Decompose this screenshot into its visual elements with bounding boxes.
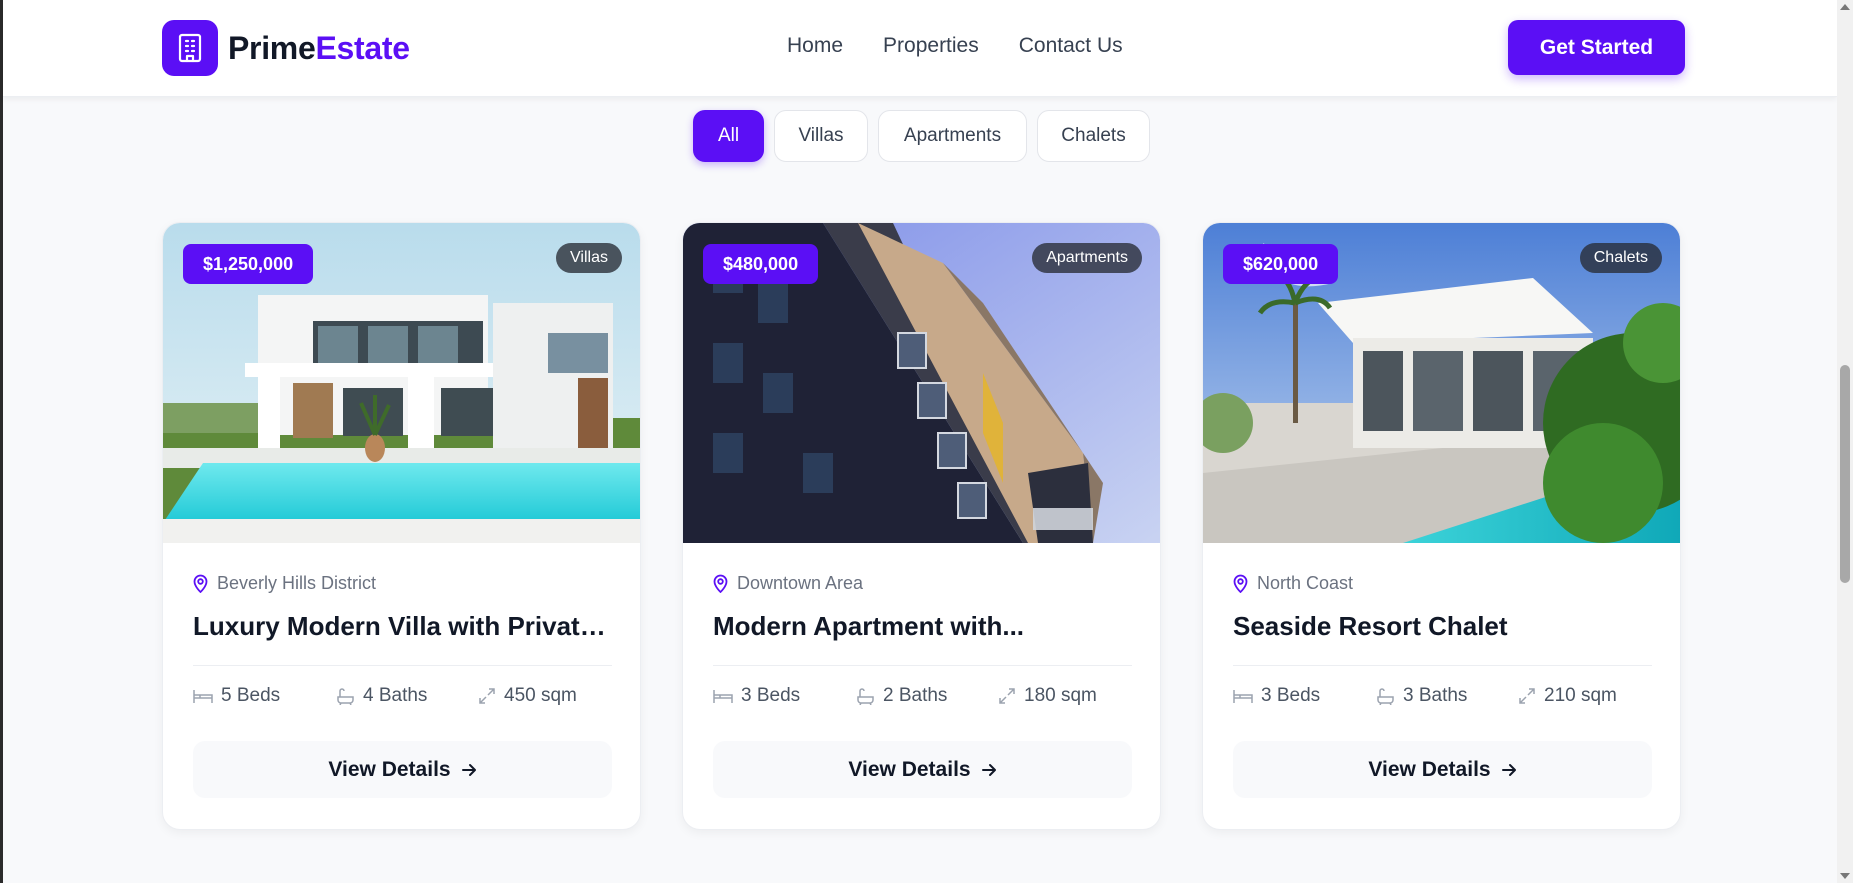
location-text: North Coast <box>1257 573 1354 593</box>
view-details-button[interactable]: View Details <box>713 741 1132 798</box>
property-title[interactable]: Modern Apartment with... <box>713 611 1133 642</box>
property-specs: 3 Beds 2 Baths 180 sqm <box>713 685 1132 715</box>
property-photo-villa: $1,250,000 Villas <box>163 223 640 543</box>
nav-contact-us[interactable]: Contact Us <box>1019 34 1123 58</box>
page-scrollbar[interactable] <box>1837 0 1853 883</box>
property-specs: 5 Beds 4 Baths 450 sqm <box>193 685 612 715</box>
bath-icon <box>857 687 874 705</box>
property-location: Beverly Hills District <box>193 573 376 594</box>
area-spec: 210 sqm <box>1518 685 1617 707</box>
property-specs: 3 Beds 3 Baths 210 sqm <box>1233 685 1652 715</box>
property-title[interactable]: Seaside Resort Chalet <box>1233 611 1653 642</box>
view-details-button[interactable]: View Details <box>193 741 612 798</box>
bed-icon <box>193 690 213 703</box>
site-header: PrimeEstate Home Properties Contact Us G… <box>3 0 1837 97</box>
property-card[interactable]: $620,000 Chalets North Coast Seaside Res… <box>1202 222 1681 830</box>
property-title[interactable]: Luxury Modern Villa with Private Pool <box>193 611 613 642</box>
brand-logo[interactable]: PrimeEstate <box>162 20 410 76</box>
main-nav: Home Properties Contact Us <box>787 34 1163 58</box>
bed-icon <box>713 690 733 703</box>
property-photo-apartment: $480,000 Apartments <box>683 223 1160 543</box>
price-badge: $480,000 <box>703 244 819 284</box>
bath-icon <box>1377 687 1394 705</box>
scrollbar-thumb[interactable] <box>1840 365 1850 583</box>
nav-properties[interactable]: Properties <box>883 34 979 58</box>
baths-spec: 2 Baths <box>856 685 947 707</box>
expand-icon <box>479 688 495 704</box>
map-pin-icon <box>193 574 208 593</box>
expand-icon <box>1519 688 1535 704</box>
bath-icon <box>337 687 354 705</box>
card-divider <box>193 665 612 666</box>
building-icon <box>162 20 218 76</box>
brand-name: PrimeEstate <box>228 29 410 66</box>
window-edge <box>0 0 3 883</box>
category-badge: Apartments <box>1032 243 1142 273</box>
category-badge: Chalets <box>1579 243 1662 273</box>
arrow-right-icon <box>461 763 476 776</box>
property-location: Downtown Area <box>713 573 863 594</box>
location-text: Downtown Area <box>737 573 864 593</box>
beds-spec: 3 Beds <box>713 685 800 707</box>
map-pin-icon <box>713 574 728 593</box>
arrow-right-icon <box>1501 763 1516 776</box>
filter-apartments[interactable]: Apartments <box>878 110 1027 162</box>
property-location: North Coast <box>1233 573 1353 594</box>
bed-icon <box>1233 690 1253 703</box>
view-details-button[interactable]: View Details <box>1233 741 1652 798</box>
property-card[interactable]: $1,250,000 Villas Beverly Hills District… <box>162 222 641 830</box>
nav-home[interactable]: Home <box>787 34 843 58</box>
filter-all[interactable]: All <box>693 110 764 162</box>
filter-chalets[interactable]: Chalets <box>1037 110 1150 162</box>
baths-spec: 3 Baths <box>1376 685 1467 707</box>
beds-spec: 3 Beds <box>1233 685 1320 707</box>
beds-spec: 5 Beds <box>193 685 280 707</box>
arrow-right-icon <box>981 763 996 776</box>
property-photo-chalet: $620,000 Chalets <box>1203 223 1680 543</box>
price-badge: $1,250,000 <box>183 244 314 284</box>
card-divider <box>1233 665 1652 666</box>
property-card[interactable]: $480,000 Apartments Downtown Area Modern… <box>682 222 1161 830</box>
scroll-down-icon[interactable] <box>1840 873 1850 879</box>
expand-icon <box>999 688 1015 704</box>
scroll-up-icon[interactable] <box>1840 4 1850 10</box>
map-pin-icon <box>1233 574 1248 593</box>
area-spec: 180 sqm <box>998 685 1097 707</box>
get-started-button[interactable]: Get Started <box>1508 20 1685 75</box>
area-spec: 450 sqm <box>478 685 577 707</box>
filter-villas[interactable]: Villas <box>774 110 868 162</box>
card-divider <box>713 665 1132 666</box>
category-badge: Villas <box>556 243 622 273</box>
price-badge: $620,000 <box>1223 244 1339 284</box>
category-filters: All Villas Apartments Chalets <box>693 110 1160 162</box>
location-text: Beverly Hills District <box>217 573 377 593</box>
baths-spec: 4 Baths <box>336 685 427 707</box>
